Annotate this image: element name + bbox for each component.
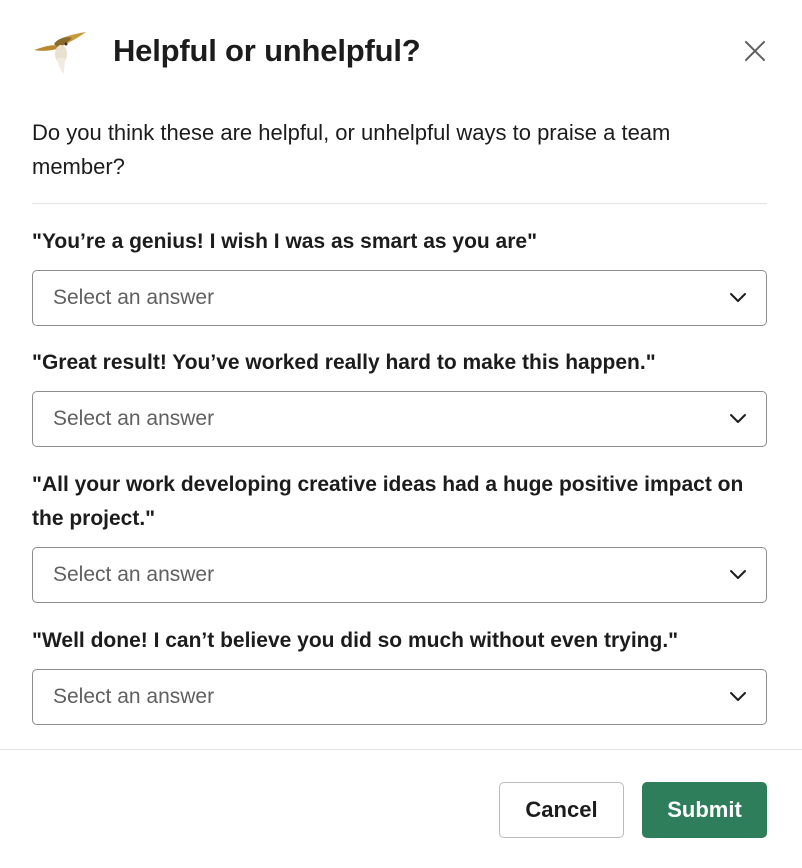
question-1-label: "You’re a genius! I wish I was as smart …: [32, 230, 538, 253]
modal-header: Helpful or unhelpful?: [32, 26, 770, 76]
close-icon: [745, 41, 765, 61]
question-3-label: "All your work developing creative ideas…: [32, 473, 744, 530]
hummingbird-icon: [32, 28, 88, 74]
divider: [32, 203, 767, 204]
answer-select-4[interactable]: Select an answer: [32, 669, 767, 725]
chevron-down-icon: [730, 692, 746, 701]
cancel-button[interactable]: Cancel: [499, 782, 624, 838]
modal-title: Helpful or unhelpful?: [113, 33, 421, 68]
chevron-down-icon: [730, 293, 746, 302]
chevron-down-icon: [730, 414, 746, 423]
footer-divider: [0, 749, 802, 750]
question-4-label: "Well done! I can’t believe you did so m…: [32, 629, 679, 652]
chevron-down-icon: [730, 570, 746, 579]
select-placeholder: Select an answer: [53, 407, 215, 430]
select-placeholder: Select an answer: [53, 685, 215, 708]
select-placeholder: Select an answer: [53, 563, 215, 586]
select-placeholder: Select an answer: [53, 286, 215, 309]
close-button[interactable]: [740, 36, 770, 66]
answer-select-1[interactable]: Select an answer: [32, 270, 767, 326]
submit-button[interactable]: Submit: [642, 782, 767, 838]
answer-select-3[interactable]: Select an answer: [32, 547, 767, 603]
modal-dialog: Helpful or unhelpful? Do you think these…: [0, 0, 802, 868]
answer-select-2[interactable]: Select an answer: [32, 391, 767, 447]
intro-text: Do you think these are helpful, or unhel…: [32, 120, 671, 179]
question-2-label: "Great result! You’ve worked really hard…: [32, 351, 656, 374]
